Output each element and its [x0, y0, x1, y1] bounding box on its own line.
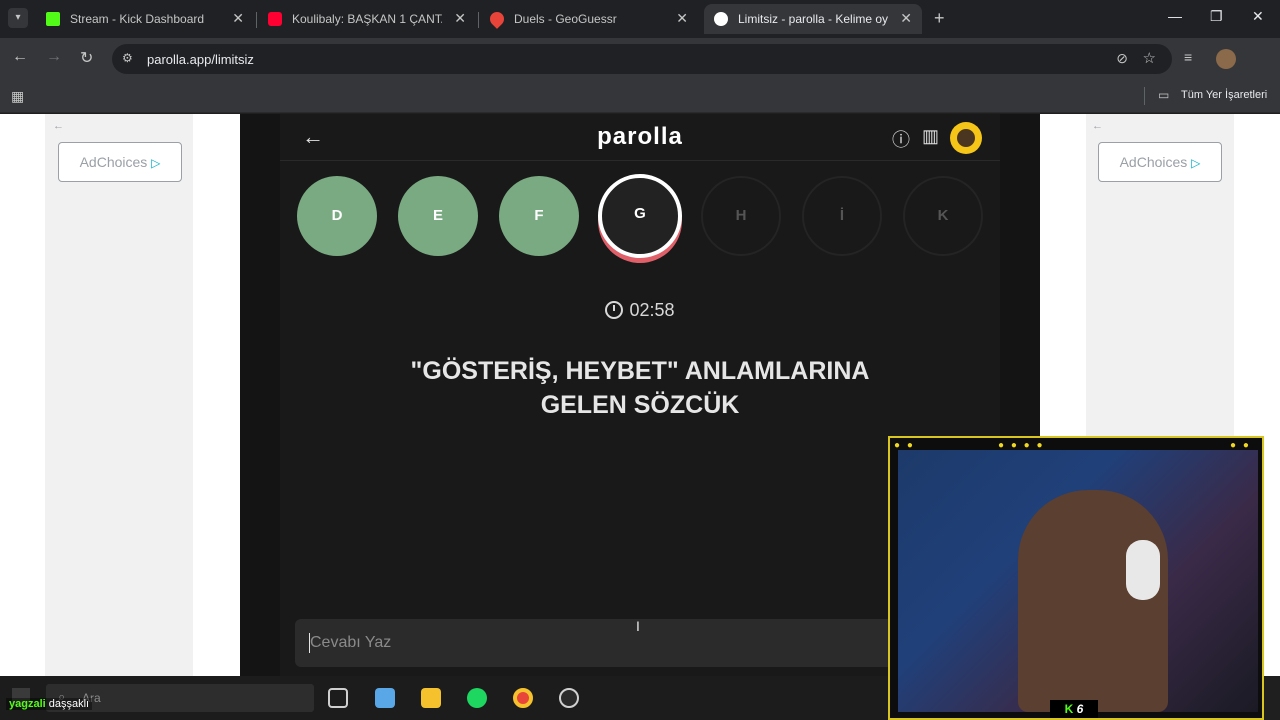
tab-search-button[interactable]: ▾	[8, 8, 28, 28]
letter-circle-k: K	[903, 176, 983, 256]
adchoices-icon: ▷	[1191, 156, 1201, 170]
store-icon[interactable]	[375, 688, 395, 708]
tracking-protection-icon[interactable]: ⊘	[1116, 50, 1128, 67]
letter-circle-d: D	[297, 176, 377, 256]
tab-parolla[interactable]: Limitsiz - parolla - Kelime oyun ✕	[704, 4, 922, 34]
spotify-icon[interactable]	[467, 688, 487, 708]
obs-icon[interactable]	[559, 688, 579, 708]
letter-circle-f: F	[499, 176, 579, 256]
adchoices-icon: ▷	[151, 156, 161, 170]
tab-title: Koulibaly: BAŞKAN 1 ÇANTA DÇ	[292, 12, 442, 26]
all-bookmarks-label[interactable]: Tüm Yer İşaretleri	[1181, 89, 1267, 101]
tab-title: Limitsiz - parolla - Kelime oyun	[738, 12, 888, 26]
parolla-favicon	[714, 12, 728, 26]
kick-icon	[46, 12, 60, 26]
ad-back-icon[interactable]: ←	[53, 120, 64, 132]
ad-back-icon[interactable]: ←	[1092, 120, 1103, 132]
user-avatar[interactable]	[950, 122, 982, 154]
streamer	[1018, 490, 1168, 712]
adchoices-label: AdChoices	[1119, 154, 1188, 170]
url-text: parolla.app/limitsiz	[147, 52, 254, 67]
back-icon[interactable]: ←	[12, 48, 28, 66]
answer-field-wrapper	[295, 619, 895, 667]
letter-circle-i: İ	[802, 176, 882, 256]
left-ad-column: ← AdChoices ▷	[45, 114, 193, 676]
apps-grid-icon[interactable]: ▦	[11, 88, 24, 105]
maximize-icon[interactable]: ❐	[1210, 8, 1223, 25]
adchoices-label: AdChoices	[79, 154, 148, 170]
info-icon[interactable]: ⓘ	[892, 126, 910, 152]
tab-title: Stream - Kick Dashboard	[70, 12, 205, 26]
tab-kick-dashboard[interactable]: Stream - Kick Dashboard ✕	[36, 4, 254, 34]
game-back-icon[interactable]: ←	[302, 124, 324, 150]
kick-icon: K	[1064, 702, 1074, 716]
close-icon[interactable]: ✕	[900, 10, 912, 27]
windows-taskbar: ⌕ Ara	[0, 676, 888, 720]
parolla-logo[interactable]: parolla	[540, 123, 740, 151]
letter-circle-g-current: G	[598, 174, 682, 258]
letter-circle-h: H	[701, 176, 781, 256]
browser-toolbar: ← → ↻ ⚙ parolla.app/limitsiz ⊘ ☆ ≡	[0, 38, 1280, 80]
close-icon[interactable]: ✕	[232, 10, 244, 27]
forward-icon[interactable]: →	[46, 48, 62, 66]
geoguessr-pin-icon	[487, 9, 507, 29]
profile-avatar[interactable]	[1216, 49, 1236, 69]
stats-icon[interactable]: ▥	[922, 126, 939, 147]
reading-list-icon[interactable]: ≡	[1184, 49, 1192, 65]
close-icon[interactable]: ✕	[454, 10, 466, 27]
bookmark-star-icon[interactable]: ☆	[1143, 49, 1156, 67]
folder-icon[interactable]: ▭	[1158, 88, 1169, 102]
window-close-icon[interactable]: ✕	[1252, 8, 1264, 25]
chat-message: yagzali daşşaklı	[6, 698, 93, 710]
question-text: "GÖSTERİŞ, HEYBET" ANLAMLARINA GELEN SÖZ…	[410, 357, 870, 419]
countdown-timer: 02:58	[540, 300, 740, 321]
site-info-icon[interactable]: ⚙	[122, 51, 133, 65]
clock-icon	[605, 301, 624, 319]
tab-strip: ▾ Stream - Kick Dashboard ✕ Koulibaly: B…	[0, 0, 1280, 38]
new-tab-button[interactable]: +	[934, 8, 945, 29]
answer-input[interactable]	[295, 619, 895, 667]
headset	[1126, 540, 1160, 600]
task-view-icon[interactable]	[328, 688, 348, 708]
tab-youtube[interactable]: Koulibaly: BAŞKAN 1 ÇANTA DÇ ✕	[258, 4, 476, 34]
adchoices-button[interactable]: AdChoices ▷	[1098, 142, 1222, 182]
letter-circle-e: E	[398, 176, 478, 256]
close-icon[interactable]: ✕	[676, 10, 688, 27]
bookmarks-bar: ▦ ▭ Tüm Yer İşaretleri	[0, 80, 1280, 113]
text-cursor-icon: I	[636, 618, 640, 634]
webcam-overlay: ● ● ● ● ● ● ● ● K 6	[888, 436, 1264, 720]
chrome-icon[interactable]	[513, 688, 533, 708]
reload-icon[interactable]: ↻	[80, 48, 93, 68]
webcam-feed	[898, 450, 1258, 712]
minimize-icon[interactable]: —	[1168, 8, 1182, 24]
address-bar[interactable]: ⚙ parolla.app/limitsiz ⊘ ☆	[112, 44, 1172, 74]
adchoices-button[interactable]: AdChoices ▷	[58, 142, 182, 182]
tab-title: Duels - GeoGuessr	[514, 12, 617, 26]
kick-viewer-badge: K 6	[1050, 700, 1098, 718]
timer-value: 02:58	[629, 300, 675, 320]
file-explorer-icon[interactable]	[421, 688, 441, 708]
tab-geoguessr[interactable]: Duels - GeoGuessr ✕	[480, 4, 698, 34]
youtube-icon	[268, 12, 282, 26]
